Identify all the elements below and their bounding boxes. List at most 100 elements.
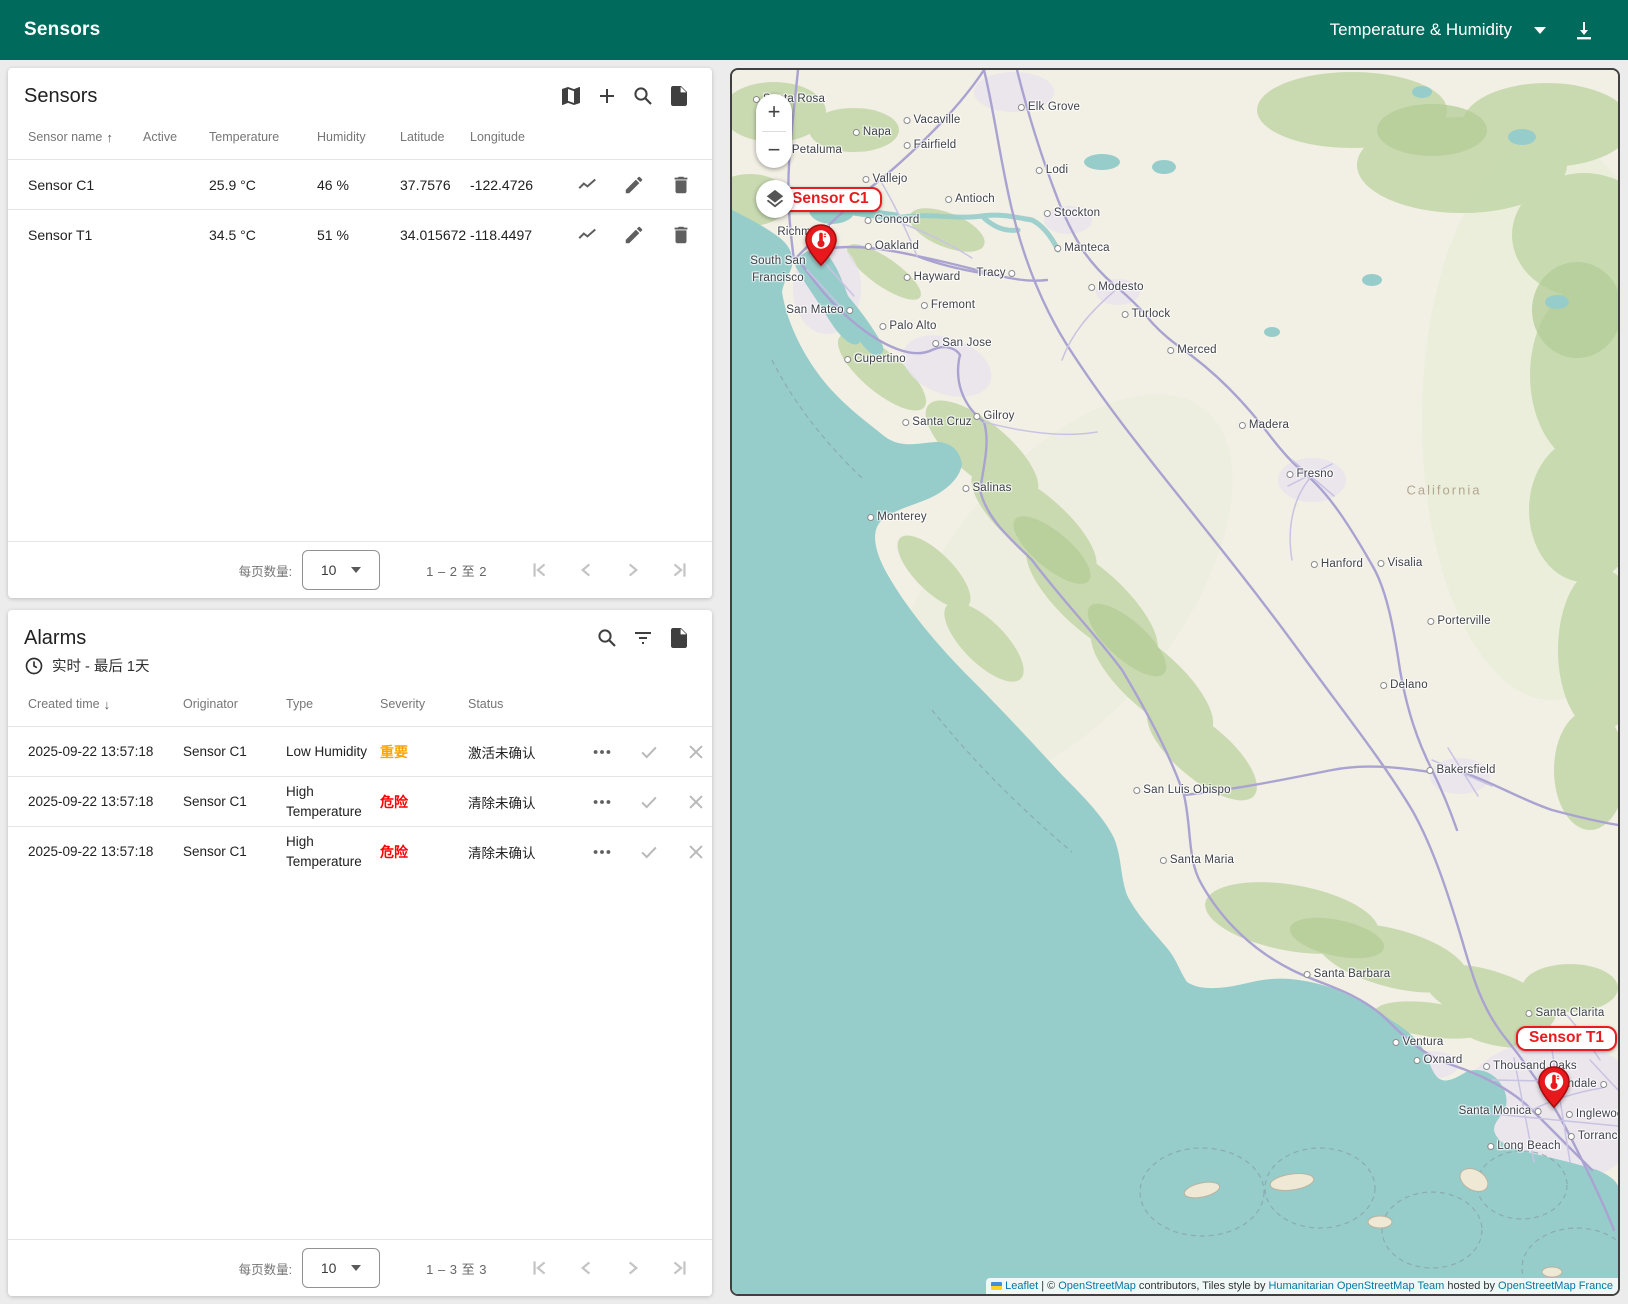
col-latitude[interactable]: Latitude xyxy=(400,130,470,144)
dashboard-state-select[interactable]: Temperature & Humidity xyxy=(1330,20,1546,40)
alarm-status: 清除未确认 xyxy=(468,845,536,861)
sensor-temperature: 25.9 °C xyxy=(209,176,256,193)
sensors-card-title: Sensors xyxy=(24,84,98,107)
first-page-icon[interactable] xyxy=(529,1258,549,1278)
alarm-originator: Sensor C1 xyxy=(183,744,247,759)
more-actions-icon[interactable] xyxy=(591,741,613,763)
alarm-severity: 危险 xyxy=(380,843,408,860)
col-longitude[interactable]: Longitude xyxy=(470,130,560,144)
edit-icon[interactable] xyxy=(623,224,645,246)
flag-icon xyxy=(991,1282,1003,1290)
leaflet-link[interactable]: Leaflet xyxy=(1005,1280,1038,1292)
search-icon[interactable] xyxy=(630,83,656,109)
alarm-time: 2025-09-22 13:57:18 xyxy=(28,794,154,809)
page-size-label: 每页数量: xyxy=(238,564,293,579)
sensor-marker-pin[interactable] xyxy=(1536,1066,1572,1109)
table-row: 2025-09-22 13:57:18 Sensor C1 High Tempe… xyxy=(8,826,712,876)
map-zoom-control: + − xyxy=(756,94,792,168)
alarms-table-header: Created time ↓ Originator Type Severity … xyxy=(8,682,712,726)
alarm-status: 清除未确认 xyxy=(468,795,536,811)
col-humidity[interactable]: Humidity xyxy=(317,130,400,144)
prev-page-icon[interactable] xyxy=(576,1258,596,1278)
page-size-select[interactable]: 10 xyxy=(302,1248,381,1288)
clear-close-icon[interactable] xyxy=(685,741,707,763)
delete-icon[interactable] xyxy=(670,174,692,196)
sensor-name: Sensor C1 xyxy=(28,176,95,193)
col-sensor-name[interactable]: Sensor name ↑ xyxy=(28,130,143,145)
osm-link[interactable]: OpenStreetMap xyxy=(1058,1280,1136,1292)
sensor-marker-label[interactable]: Sensor T1 xyxy=(1516,1026,1617,1051)
sensor-temperature: 34.5 °C xyxy=(209,226,256,243)
sensor-humidity: 51 % xyxy=(317,226,349,243)
alarms-card-title: Alarms xyxy=(24,626,87,649)
chevron-down-icon xyxy=(351,567,362,573)
sensor-longitude: -118.4497 xyxy=(470,226,533,243)
col-created-time[interactable]: Created time ↓ xyxy=(28,697,183,712)
filter-icon[interactable] xyxy=(630,625,656,651)
col-type[interactable]: Type xyxy=(286,697,380,711)
add-icon[interactable] xyxy=(594,83,620,109)
download-icon[interactable] xyxy=(1571,17,1597,43)
page-title: Sensors xyxy=(24,19,101,40)
alarm-originator: Sensor C1 xyxy=(183,844,247,859)
zoom-in-button[interactable]: + xyxy=(756,94,792,131)
sensors-pagination: 每页数量: 10 1 – 2 至 2 xyxy=(8,541,712,598)
table-row: Sensor T1 34.5 °C 51 % 34.015672 -118.44… xyxy=(8,209,712,259)
clear-close-icon[interactable] xyxy=(685,841,707,863)
export-icon[interactable] xyxy=(666,625,692,651)
next-page-icon[interactable] xyxy=(623,560,643,580)
edit-icon[interactable] xyxy=(623,174,645,196)
page-size-select[interactable]: 10 xyxy=(302,550,381,590)
ack-check-icon[interactable] xyxy=(638,741,660,763)
last-page-icon[interactable] xyxy=(670,1258,690,1278)
sensors-table-header: Sensor name ↑ Active Temperature Humidit… xyxy=(8,115,712,159)
search-icon[interactable] xyxy=(594,625,620,651)
sensor-marker-pin[interactable] xyxy=(803,224,839,267)
first-page-icon[interactable] xyxy=(529,560,549,580)
page-size-label: 每页数量: xyxy=(238,1262,293,1277)
osm-france-link[interactable]: OpenStreetMap France xyxy=(1498,1280,1613,1292)
more-actions-icon[interactable] xyxy=(591,841,613,863)
col-temperature[interactable]: Temperature xyxy=(209,130,317,144)
delete-icon[interactable] xyxy=(670,224,692,246)
layers-button[interactable] xyxy=(756,180,794,218)
alarm-time: 2025-09-22 13:57:18 xyxy=(28,844,154,859)
app-header: Sensors Temperature & Humidity xyxy=(0,0,1628,60)
col-originator[interactable]: Originator xyxy=(183,697,286,711)
sensors-widget: Sensors Sensor name ↑ Active Temperature… xyxy=(8,68,712,598)
sensor-latitude: 37.7576 xyxy=(400,176,451,193)
map-markers: Sensor C1 Sensor T1 xyxy=(732,70,1618,1294)
clear-close-icon[interactable] xyxy=(685,791,707,813)
more-actions-icon[interactable] xyxy=(591,791,613,813)
next-page-icon[interactable] xyxy=(623,1258,643,1278)
prev-page-icon[interactable] xyxy=(576,560,596,580)
map-icon[interactable] xyxy=(558,83,584,109)
alarm-originator: Sensor C1 xyxy=(183,794,247,809)
sensor-humidity: 46 % xyxy=(317,176,349,193)
page-range-label: 1 – 3 至 3 xyxy=(426,1261,487,1277)
alarms-widget: Alarms 实时 - 最后 1天 Created time ↓ Origina… xyxy=(8,610,712,1296)
alarms-time-window[interactable]: 实时 - 最后 1天 xyxy=(8,653,712,682)
time-window-label: 实时 - 最后 1天 xyxy=(52,659,150,675)
sensor-name: Sensor T1 xyxy=(28,226,93,243)
hot-link[interactable]: Humanitarian OpenStreetMap Team xyxy=(1268,1280,1444,1292)
last-page-icon[interactable] xyxy=(670,560,690,580)
timeseries-chart-icon[interactable] xyxy=(576,174,598,196)
timeseries-chart-icon[interactable] xyxy=(576,224,598,246)
sensor-marker-label[interactable]: Sensor C1 xyxy=(779,187,882,212)
alarm-status: 激活未确认 xyxy=(468,745,536,761)
sort-desc-icon: ↓ xyxy=(103,696,111,712)
ack-check-icon[interactable] xyxy=(638,791,660,813)
layers-icon xyxy=(766,189,784,208)
alarm-severity: 重要 xyxy=(380,743,408,760)
col-status[interactable]: Status xyxy=(468,697,591,711)
col-active[interactable]: Active xyxy=(143,130,209,144)
map-widget: Santa Rosa Elk Grove Vacaville Napa Fairfiel… xyxy=(730,68,1620,1296)
alarm-type: High Temperature xyxy=(286,833,362,869)
export-icon[interactable] xyxy=(666,83,692,109)
alarm-time: 2025-09-22 13:57:18 xyxy=(28,744,154,759)
col-severity[interactable]: Severity xyxy=(380,697,468,711)
ack-check-icon[interactable] xyxy=(638,841,660,863)
zoom-out-button[interactable]: − xyxy=(756,132,792,169)
map-canvas[interactable]: Santa Rosa Elk Grove Vacaville Napa Fairfiel… xyxy=(732,70,1618,1294)
